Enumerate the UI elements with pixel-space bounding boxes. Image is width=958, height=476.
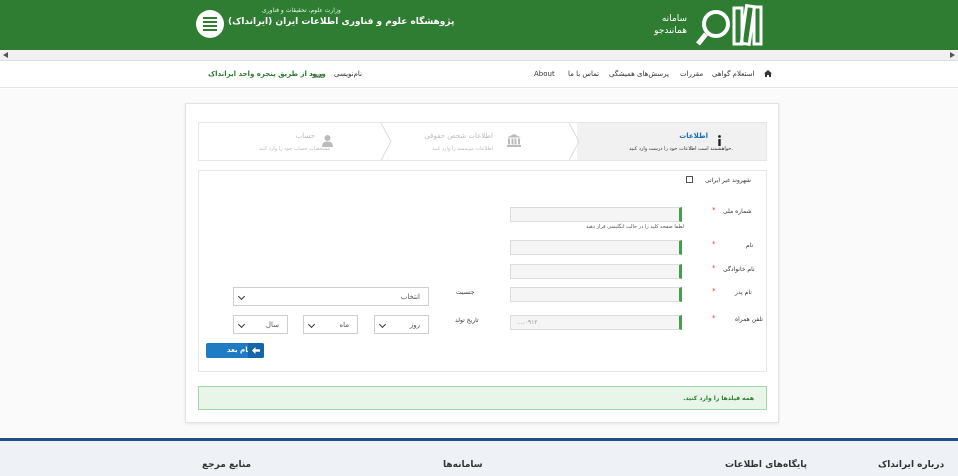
gender-select[interactable]: انتخاب bbox=[233, 287, 429, 306]
required-mark: * bbox=[712, 264, 716, 272]
nav-inquiry[interactable]: استعلام گواهی bbox=[712, 70, 754, 78]
home-icon[interactable] bbox=[764, 70, 772, 77]
step-legal-title: اطلاعات شخص حقوقی bbox=[424, 132, 493, 140]
institution-icon bbox=[507, 134, 521, 147]
father-name-label: نام پدر bbox=[735, 289, 752, 296]
step-account: حساب مشخصات حساب خود را وارد کنید bbox=[199, 123, 379, 160]
user-icon bbox=[322, 135, 333, 147]
nav-login-single-window[interactable]: ورود از طریق پنجره واحد ایرانداک bbox=[208, 70, 326, 78]
mobile-label: تلفن همراه bbox=[735, 316, 763, 323]
father-name-input[interactable] bbox=[510, 287, 682, 302]
nav-faq[interactable]: پرسش‌های همیشگی bbox=[609, 70, 669, 78]
nav-register[interactable]: نام‌نویسی bbox=[334, 70, 362, 78]
birth-day-value: روز bbox=[409, 321, 420, 329]
step-account-title: حساب bbox=[295, 132, 315, 140]
required-mark: * bbox=[712, 314, 716, 322]
nav-rules[interactable]: مقررات bbox=[680, 70, 703, 78]
horizontal-scrollbar[interactable] bbox=[0, 50, 958, 61]
step-legal-desc: اطلاعات موسسه را وارد کنید bbox=[432, 146, 493, 152]
validation-alert: همه فیلدها را وارد کنید. bbox=[198, 386, 767, 410]
site-header: سامانه همانندجو وزارت علوم، تحقیقات و فن… bbox=[0, 0, 958, 50]
chevron-down-icon bbox=[237, 320, 246, 329]
gender-select-value: انتخاب bbox=[400, 293, 420, 301]
scroll-left-icon[interactable] bbox=[3, 52, 8, 58]
app-title-line1: سامانه bbox=[661, 14, 687, 24]
footer-databases[interactable]: پایگاه‌های اطلاعات bbox=[725, 460, 807, 470]
birth-day-select[interactable]: روز bbox=[374, 315, 429, 334]
foreign-citizen-checkbox[interactable] bbox=[686, 176, 693, 183]
top-navbar: استعلام گواهی مقررات پرسش‌های همیشگی تما… bbox=[0, 61, 958, 88]
foreign-citizen-label: شهروند غیر ایرانی bbox=[705, 177, 751, 184]
chevron-down-icon bbox=[237, 292, 246, 301]
step-divider-icon bbox=[381, 123, 392, 160]
footer-about-irandoc[interactable]: درباره ایرانداک bbox=[878, 460, 944, 470]
national-id-input[interactable] bbox=[510, 207, 682, 222]
step-info: اطلاعات خواهشمند است اطلاعات خود را درست… bbox=[577, 123, 766, 160]
site-footer: درباره ایرانداک پایگاه‌های اطلاعات سامان… bbox=[0, 438, 958, 476]
birth-month-select[interactable]: ماه bbox=[303, 315, 358, 334]
required-mark: * bbox=[712, 240, 716, 248]
org-name: پژوهشگاه علوم و فناوری اطلاعات ایران (ای… bbox=[228, 17, 455, 27]
nav-contact[interactable]: تماس با ما bbox=[568, 70, 599, 78]
mobile-placeholder: ....۰۹۱۲ bbox=[517, 319, 538, 326]
app-title-line2: همانندجو bbox=[654, 26, 687, 36]
last-name-input[interactable] bbox=[510, 264, 682, 279]
info-icon bbox=[718, 135, 721, 146]
required-mark: * bbox=[712, 287, 716, 295]
nav-about[interactable]: About bbox=[534, 70, 555, 78]
app-title: سامانه همانندجو bbox=[632, 13, 687, 37]
ministry-name: وزارت علوم، تحقیقات و فناوری bbox=[262, 7, 341, 14]
national-id-hint: لطفا صفحه کلید را در حالت انگلیسی قرار د… bbox=[586, 224, 685, 230]
step-legal-person: اطلاعات شخص حقوقی اطلاعات موسسه را وارد … bbox=[389, 123, 569, 160]
last-name-label: نام خانوادگی bbox=[723, 266, 755, 273]
chevron-down-icon bbox=[307, 320, 316, 329]
samim-logo-icon[interactable] bbox=[696, 4, 766, 48]
irandoc-logo-icon[interactable] bbox=[196, 10, 224, 38]
scroll-right-icon[interactable] bbox=[950, 52, 955, 58]
step-divider-icon bbox=[569, 123, 580, 160]
birth-year-value: سال bbox=[265, 321, 279, 329]
national-id-label: شماره ملی bbox=[723, 208, 752, 215]
arrow-left-icon bbox=[248, 343, 264, 358]
first-name-label: نام bbox=[746, 242, 754, 249]
step-info-title: اطلاعات bbox=[679, 132, 708, 140]
mobile-input[interactable]: ....۰۹۱۲ bbox=[510, 315, 682, 330]
step-account-desc: مشخصات حساب خود را وارد کنید bbox=[259, 146, 330, 152]
footer-references[interactable]: منابع مرجع bbox=[202, 460, 251, 470]
wizard-steps: اطلاعات خواهشمند است اطلاعات خود را درست… bbox=[198, 122, 767, 161]
birth-month-value: ماه bbox=[339, 321, 349, 329]
validation-alert-text: همه فیلدها را وارد کنید. bbox=[683, 395, 754, 402]
chevron-down-icon bbox=[378, 320, 387, 329]
next-step-button[interactable]: گام بعد bbox=[206, 343, 264, 358]
footer-systems[interactable]: سامانه‌ها bbox=[443, 460, 483, 470]
first-name-input[interactable] bbox=[510, 240, 682, 255]
required-mark: * bbox=[712, 206, 716, 214]
gender-label: جنسیت bbox=[456, 289, 475, 296]
birth-year-select[interactable]: سال bbox=[233, 315, 288, 334]
birth-date-label: تاریخ تولد bbox=[455, 317, 479, 324]
